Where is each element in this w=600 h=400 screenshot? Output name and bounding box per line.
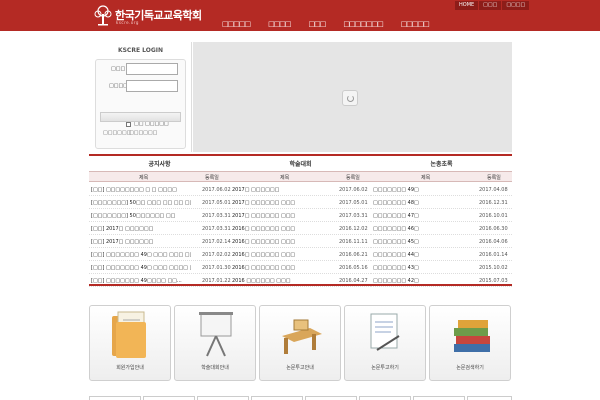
list-item[interactable]: 2016□ □□□□□□ □□□ 2016.06.21 <box>230 248 371 261</box>
main-navigation: □□□□□ □□□□ □□□ □□□□□□□ □□□□□ <box>222 20 447 28</box>
board-title[interactable]: 공지사항 <box>89 159 230 168</box>
board-notice: 공지사항 제목 등록일 [□□] □□□□□□□□ □ □ □□□□ 2017.0… <box>89 156 231 287</box>
list-item[interactable]: □□□□□□□ 49□ 2017.04.08 <box>371 183 512 196</box>
bottom-link-7[interactable] <box>413 396 465 400</box>
list-item[interactable]: □□□□□□□ 46□ 2016.06.30 <box>371 222 512 235</box>
nav-item-3[interactable]: □□□ <box>309 20 327 28</box>
bottom-link-3[interactable] <box>197 396 249 400</box>
top-menu-item-3[interactable]: □□□□ <box>502 1 530 10</box>
list-item[interactable]: [□□] 2017□ □□□□□□ 2017.03.31 <box>89 222 231 235</box>
bottom-link-1[interactable] <box>89 396 141 400</box>
column-date: 등록일 <box>346 175 360 181</box>
top-menu-home[interactable]: HOME <box>455 1 479 10</box>
nav-item-5[interactable]: □□□□□ <box>401 20 430 28</box>
nav-item-1[interactable]: □□□□□ <box>222 20 251 28</box>
tile-search-paper[interactable]: 논문검색하기 <box>429 305 511 381</box>
tile-membership[interactable]: 회원가입안내 <box>89 305 171 381</box>
id-input[interactable] <box>126 63 178 75</box>
tile-label: 논문투고안내 <box>286 365 314 371</box>
tree-logo-icon[interactable] <box>93 4 113 26</box>
presentation-easel-icon <box>199 312 233 357</box>
board-header-row: 제목 등록일 <box>89 171 230 182</box>
list-item[interactable]: 2016 □□□□□□ □□□ 2016.04.27 <box>230 274 371 287</box>
remember-checkbox[interactable] <box>126 122 131 127</box>
bottom-link-6[interactable] <box>359 396 411 400</box>
tile-label: 논문검색하기 <box>456 365 484 371</box>
list-item[interactable]: 2016□ □□□□□□ □□□ 2016.11.11 <box>230 235 371 248</box>
column-date: 등록일 <box>487 175 501 181</box>
login-panel: KSCRE LOGIN □□□ □□□□ □□ □□□□□ □□□□□□ □□□… <box>89 42 192 152</box>
top-menu-item-2[interactable]: □□□ <box>479 1 502 10</box>
boards-section: 공지사항 제목 등록일 [□□] □□□□□□□□ □ □ □□□□ 2017.0… <box>89 156 512 287</box>
quick-links: 회원가입안내 학술대회안내 논문투고안내 논문투고하기 논문검색하기 <box>89 305 512 381</box>
folder-documents-icon <box>112 311 146 358</box>
bottom-link-2[interactable] <box>143 396 195 400</box>
join-link[interactable]: □□□□□□ <box>103 130 131 136</box>
list-item[interactable]: [□□] □□□□□□□□ □ □ □□□□ 2017.06.02 <box>89 183 231 196</box>
column-title: 제목 <box>139 175 149 181</box>
find-account-link[interactable]: □□□□□□ <box>129 130 157 136</box>
list-item[interactable]: □□□□□□□ 48□ 2016.12.31 <box>371 196 512 209</box>
list-item[interactable]: □□□□□□□ 42□ 2015.07.03 <box>371 274 512 287</box>
list-item[interactable]: □□□□□□□ 45□ 2016.04.06 <box>371 235 512 248</box>
list-item[interactable]: □□□□□□□ 44□ 2016.01.14 <box>371 248 512 261</box>
tile-label: 논문투고하기 <box>371 365 399 371</box>
list-item[interactable]: 2017□ □□□□□□ 2017.06.02 <box>230 183 371 196</box>
list-item[interactable]: [□□] □□□□□□□ 49□ □□□ □□□□ □□ 2017.01.30 <box>89 261 231 274</box>
list-item[interactable]: [□□] □□□□□□□ 49□ □□□ □□□ □□ 2017.02.02 <box>89 248 231 261</box>
list-item[interactable]: 2017□ □□□□□□ □□□ 2017.03.31 <box>230 209 371 222</box>
bottom-link-8[interactable] <box>467 396 512 400</box>
site-subtitle: kscre.org <box>116 20 139 25</box>
board-abstracts: 논총초록 제목 등록일 □□□□□□□ 49□ 2017.04.08 □□□□□□… <box>371 156 512 287</box>
list-item[interactable]: □□□□□□□ 43□ 2015.10.02 <box>371 261 512 274</box>
login-title: KSCRE LOGIN <box>117 47 164 54</box>
bottom-link-5[interactable] <box>305 396 357 400</box>
board-title[interactable]: 학술대회 <box>230 159 371 168</box>
column-date: 등록일 <box>205 175 219 181</box>
list-item[interactable]: [□□□□□□□] 50□□ □□□ □□ □□ □□ 2017.05.01 <box>89 196 231 209</box>
tile-label: 학술대회안내 <box>201 365 229 371</box>
tile-conference-info[interactable]: 학술대회안내 <box>174 305 256 381</box>
document-pen-icon <box>370 313 400 351</box>
nav-item-2[interactable]: □□□□ <box>268 20 291 28</box>
board-header-row: 제목 등록일 <box>371 171 512 182</box>
board-conference: 학술대회 제목 등록일 2017□ □□□□□□ 2017.06.02 2017□… <box>230 156 371 287</box>
tile-label: 회원가입안내 <box>116 365 144 371</box>
bottom-link-row <box>89 396 512 400</box>
nav-item-4[interactable]: □□□□□□□ <box>343 20 383 28</box>
list-item[interactable]: 2017□ □□□□□□ □□□ 2017.05.01 <box>230 196 371 209</box>
list-item[interactable]: □□□□□□□ 47□ 2016.10.01 <box>371 209 512 222</box>
tile-submission-info[interactable]: 논문투고안내 <box>259 305 341 381</box>
board-title[interactable]: 논총초록 <box>371 159 512 168</box>
id-label: □□□ <box>111 66 126 72</box>
login-button[interactable] <box>100 112 181 122</box>
tile-submit-paper[interactable]: 논문투고하기 <box>344 305 426 381</box>
list-item[interactable]: 2016□ □□□□□□ □□□ 2016.05.16 <box>230 261 371 274</box>
loading-spinner-icon <box>342 90 358 106</box>
board-header-row: 제목 등록일 <box>230 171 371 182</box>
column-title: 제목 <box>280 175 290 181</box>
list-item[interactable]: [□□] 2017□ □□□□□□ 2017.02.14 <box>89 235 231 248</box>
column-title: 제목 <box>421 175 431 181</box>
list-item[interactable]: 2016□ □□□□□□ □□□ 2016.12.02 <box>230 222 371 235</box>
top-utility-menu: HOME □□□ □□□□ <box>454 1 530 11</box>
list-item[interactable]: [□□□□□□□] 50□□□□□□ □□ 2017.03.31 <box>89 209 231 222</box>
desk-icon <box>282 319 322 354</box>
password-input[interactable] <box>126 80 178 92</box>
bottom-link-4[interactable] <box>251 396 303 400</box>
books-icon <box>454 320 490 352</box>
list-item[interactable]: [□□] □□□□□□□ 49□□□□ □□... 2017.01.22 <box>89 274 231 287</box>
